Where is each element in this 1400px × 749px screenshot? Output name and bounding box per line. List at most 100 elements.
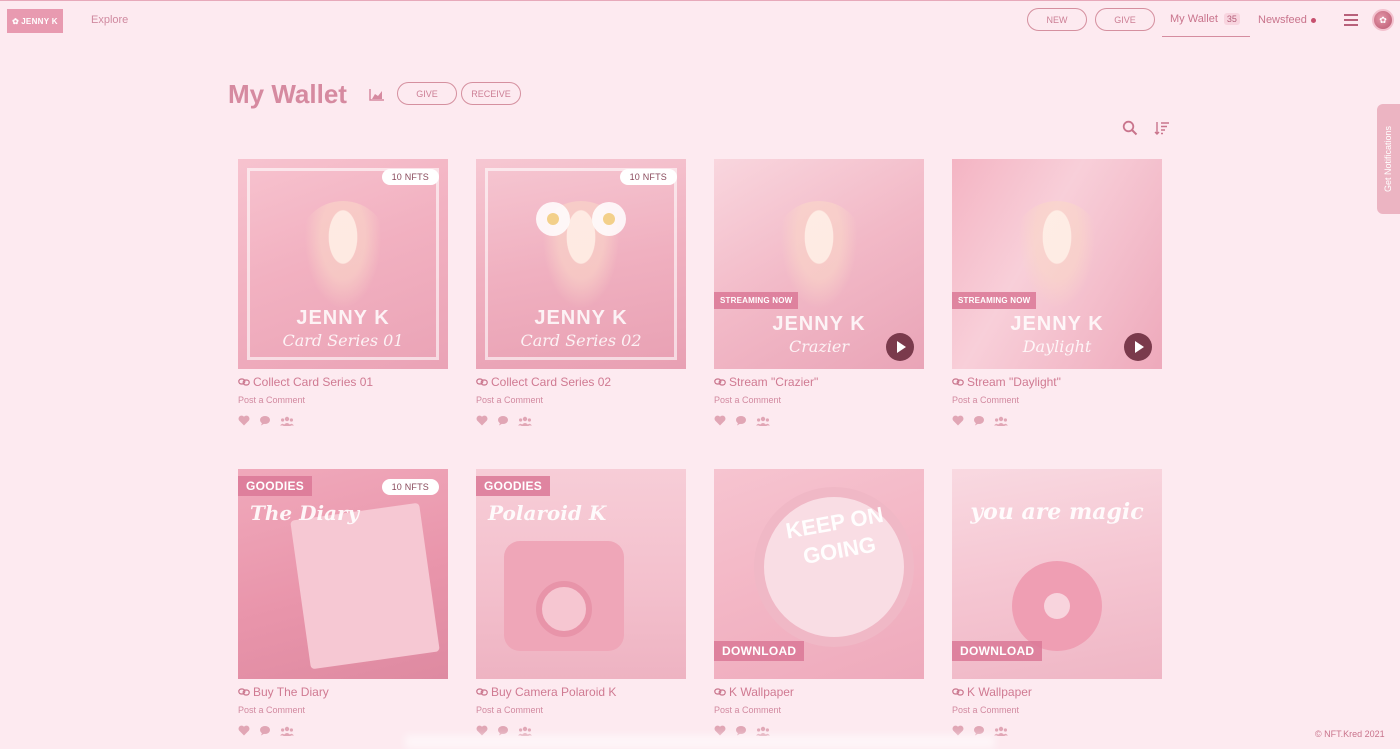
heart-icon[interactable] [476,415,488,426]
flower-icon: ✿ [12,16,20,26]
comment-icon[interactable] [735,415,747,426]
card-thumbnail[interactable]: 10 NFTS JENNY K Card Series 02 [476,159,686,369]
link-icon [952,378,964,386]
share-people-icon[interactable] [280,726,294,736]
wallet-give-button[interactable]: GIVE [397,82,457,105]
card-title-text: Collect Card Series 02 [491,375,612,389]
wallet-card[interactable]: STREAMING NOW JENNY K Daylight Stream "D… [952,159,1162,426]
card-thumbnail[interactable]: KEEP ON GOING DOWNLOAD [714,469,924,679]
give-button[interactable]: GIVE [1095,8,1155,31]
link-icon [238,688,250,696]
wallet-card[interactable]: you are magic DOWNLOAD K Wallpaper Post … [952,469,1162,736]
card-actions [238,415,448,426]
card-thumbnail[interactable]: STREAMING NOW JENNY K Daylight [952,159,1162,369]
card-thumbnail[interactable]: 10 NFTS JENNY K Card Series 01 [238,159,448,369]
comment-icon[interactable] [259,725,271,736]
wallet-card[interactable]: GOODIES The Diary 10 NFTS Buy The Diary … [238,469,448,736]
card-title[interactable]: K Wallpaper [952,685,1162,699]
art-brand-text: JENNY K [1010,313,1104,335]
portrait-image [298,201,388,321]
new-button[interactable]: NEW [1027,8,1087,31]
wallet-card[interactable]: STREAMING NOW JENNY K Crazier Stream "Cr… [714,159,924,426]
diary-book-image [290,502,440,670]
goodies-tag: GOODIES [238,476,313,496]
donut-image [1012,561,1102,651]
card-title[interactable]: Stream "Crazier" [714,375,924,389]
link-icon [476,378,488,386]
play-button[interactable] [1124,333,1152,361]
menu-icon[interactable] [1344,14,1358,26]
heart-icon[interactable] [238,725,250,736]
download-tag: DOWNLOAD [714,641,805,661]
share-people-icon[interactable] [518,416,532,426]
brand-logo[interactable]: ✿ JENNY K [7,9,63,33]
art-brand-text: JENNY K [772,313,866,335]
bottom-fade [405,735,995,749]
copyright-text: © NFT.Kred 2021 [1315,729,1385,739]
card-thumbnail[interactable]: GOODIES The Diary 10 NFTS [238,469,448,679]
page-title: My Wallet [228,79,347,109]
post-comment-link[interactable]: Post a Comment [238,395,448,405]
card-title-text: Buy The Diary [253,685,329,699]
newsfeed-label: Newsfeed [1258,14,1307,26]
nav-explore-link[interactable]: Explore [91,14,128,26]
wallet-card[interactable]: 10 NFTS JENNY K Card Series 01 Collect C… [238,159,448,426]
card-thumbnail[interactable]: you are magic DOWNLOAD [952,469,1162,679]
post-comment-link[interactable]: Post a Comment [952,705,1162,715]
post-comment-link[interactable]: Post a Comment [476,395,686,405]
post-comment-link[interactable]: Post a Comment [952,395,1162,405]
art-script-text: The Diary [250,501,360,525]
card-thumbnail[interactable]: GOODIES Polaroid K [476,469,686,679]
comment-icon[interactable] [259,415,271,426]
nav-newsfeed-link[interactable]: Newsfeed [1258,14,1316,26]
share-people-icon[interactable] [994,416,1008,426]
card-title[interactable]: K Wallpaper [714,685,924,699]
art-script-text: Polaroid K [488,501,607,525]
card-title-text: Collect Card Series 01 [253,375,374,389]
card-thumbnail[interactable]: STREAMING NOW JENNY K Crazier [714,159,924,369]
share-people-icon[interactable] [994,726,1008,736]
heart-icon[interactable] [714,415,726,426]
get-notifications-tab[interactable]: Get Notifications [1377,104,1400,214]
card-title-text: K Wallpaper [729,685,794,699]
card-title[interactable]: Buy The Diary [238,685,448,699]
wallet-card[interactable]: GOODIES Polaroid K Buy Camera Polaroid K… [476,469,686,736]
wallet-receive-button[interactable]: RECEIVE [461,82,521,105]
card-title[interactable]: Buy Camera Polaroid K [476,685,686,699]
download-tag: DOWNLOAD [952,641,1043,661]
search-icon[interactable] [1122,120,1138,136]
chart-icon[interactable] [369,88,385,101]
camera-image [504,541,624,651]
heart-icon[interactable] [952,415,964,426]
user-avatar[interactable]: ✿ [1372,9,1394,31]
link-icon [476,688,488,696]
card-title[interactable]: Stream "Daylight" [952,375,1162,389]
link-icon [714,378,726,386]
post-comment-link[interactable]: Post a Comment [476,705,686,715]
share-people-icon[interactable] [280,416,294,426]
sort-icon[interactable] [1154,120,1170,136]
wallet-card[interactable]: 10 NFTS JENNY K Card Series 02 Collect C… [476,159,686,426]
card-actions [952,415,1162,426]
link-icon [238,378,250,386]
share-people-icon[interactable] [756,416,770,426]
streaming-now-tag: STREAMING NOW [714,292,799,309]
nft-count-badge: 10 NFTS [381,479,439,495]
comment-icon[interactable] [497,415,509,426]
art-brand-text: JENNY K [534,307,628,329]
card-title[interactable]: Collect Card Series 01 [238,375,448,389]
share-people-icon[interactable] [756,726,770,736]
post-comment-link[interactable]: Post a Comment [714,705,924,715]
nav-my-wallet-tab[interactable]: My Wallet 35 [1162,1,1250,37]
comment-icon[interactable] [973,415,985,426]
card-title-text: Stream "Crazier" [729,375,819,389]
play-button[interactable] [886,333,914,361]
post-comment-link[interactable]: Post a Comment [238,705,448,715]
post-comment-link[interactable]: Post a Comment [714,395,924,405]
heart-icon[interactable] [238,415,250,426]
top-nav: ✿ JENNY K Explore NEW GIVE My Wallet 35 … [0,0,1400,38]
card-title[interactable]: Collect Card Series 02 [476,375,686,389]
wallet-card[interactable]: KEEP ON GOING DOWNLOAD K Wallpaper Post … [714,469,924,736]
card-title-text: Stream "Daylight" [967,375,1061,389]
share-people-icon[interactable] [518,726,532,736]
